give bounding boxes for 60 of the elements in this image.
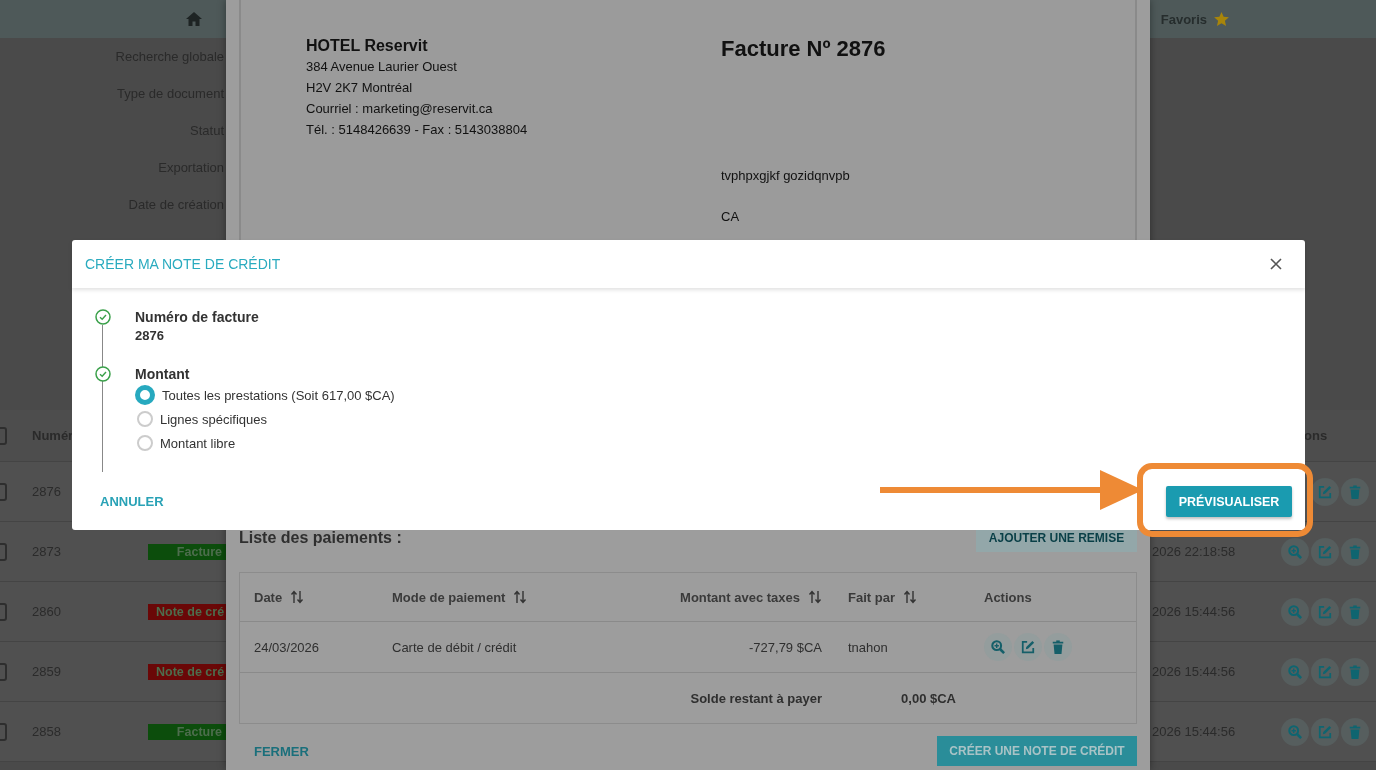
star-icon [1214,12,1229,26]
address-line: 384 Avenue Laurier Ouest [306,58,457,76]
delete-button[interactable] [1341,597,1369,626]
address-line: Tél. : 5148426639 - Fax : 5143038804 [306,121,528,139]
zoom-button[interactable] [1281,657,1309,686]
radio-button[interactable] [137,411,153,427]
radio-button[interactable] [135,385,155,405]
step-value: 2876 [135,327,164,345]
section-title: Liste des paiements : [239,529,402,547]
table-cell: tnahon [848,639,888,655]
delete-button[interactable] [1044,633,1072,661]
home-icon[interactable] [186,12,202,26]
create-credit-note-button[interactable]: CRÉER UNE NOTE DE CRÉDIT [937,736,1137,766]
zoom-button[interactable] [1281,717,1309,746]
type-badge: Note de cré [148,663,226,680]
step-label: Numéro de facture [135,308,259,326]
option-label[interactable]: Toutes les prestations (Soit 617,00 $CA) [162,387,395,403]
table-cell: -727,79 $CA [749,639,822,655]
zoom-button[interactable] [1281,537,1309,566]
balance-label: Solde restant à payer [690,690,822,706]
step-label: Montant [135,365,190,383]
sort-icon[interactable] [902,590,917,604]
preview-button[interactable]: PRÉVISUALISER [1166,486,1292,517]
trash-icon[interactable] [1051,640,1065,654]
delete-button[interactable] [1341,657,1369,686]
address-line: H2V 2K7 Montréal [306,79,413,97]
close-icon[interactable] [1270,258,1282,270]
edit-icon[interactable] [1021,640,1035,654]
type-badge: Facture [148,723,226,740]
dialog-title: CRÉER MA NOTE DE CRÉDIT [85,256,281,272]
sort-icon[interactable] [513,590,528,604]
radio-button[interactable] [137,435,153,451]
column-header: Montant avec taxes [680,589,800,605]
client-line: tvphpxgjkf gozidqnvpb [721,167,850,185]
invoice-title: Facture Nº 2876 [721,36,886,62]
type-badge: Note de cré [148,603,226,620]
type-badge: Facture [148,543,226,560]
cancel-button[interactable]: ANNULER [100,494,164,509]
edit-button[interactable] [1014,633,1042,661]
table-cell: 24/03/2026 [254,639,320,655]
close-button[interactable]: FERMER [254,743,309,759]
delete-button[interactable] [1341,537,1369,566]
delete-button[interactable] [1341,717,1369,746]
balance-value: 0,00 $CA [901,690,956,706]
column-header: Actions [984,589,1032,605]
zoom-button[interactable] [984,633,1012,661]
column-header: Date [254,589,283,605]
client-line: CA [721,208,740,226]
sort-icon[interactable] [808,590,822,604]
column-header: Mode de paiement [392,589,506,605]
sort-icon[interactable] [290,590,305,604]
zoom-button[interactable] [1281,597,1309,626]
option-label[interactable]: Lignes spécifiques [160,411,267,427]
column-header: Fait par [848,589,895,605]
edit-button[interactable] [1311,477,1339,506]
address-line: Courriel : marketing@reservit.ca [306,100,493,118]
option-label[interactable]: Montant libre [160,435,236,451]
hotel-name: HOTEL Reservit [306,36,428,56]
table-cell: Carte de débit / crédit [392,639,517,655]
magnifier-icon[interactable] [991,640,1005,654]
